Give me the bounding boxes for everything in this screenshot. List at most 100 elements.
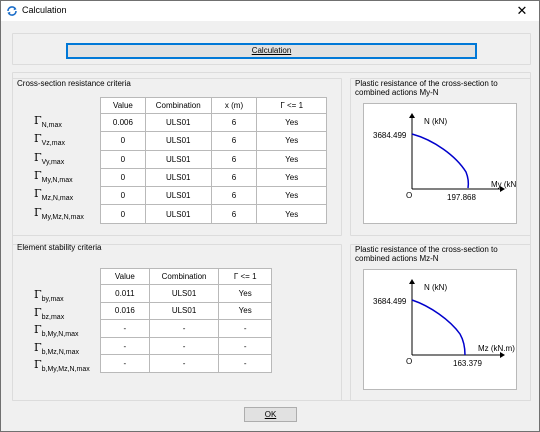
- plot-mz-y-arrow: [409, 279, 415, 284]
- row-label: ΓMy,Mz,N,max: [34, 206, 84, 221]
- cell-x: 6: [210, 186, 258, 206]
- row-label: Γbz,max: [34, 306, 64, 321]
- cell-combination: ULS01: [144, 204, 212, 224]
- resistance-table: Value Combination x (m) Γ <= 1 0.006 ULS0…: [100, 97, 327, 224]
- row-label-subscript: b,My,N,max: [41, 331, 79, 339]
- calculation-button[interactable]: Calculation: [66, 43, 477, 59]
- plot-my-y-value: 3684.499: [373, 131, 407, 140]
- row-label-symbol: Γ: [34, 288, 42, 301]
- cell-check: Yes: [256, 149, 327, 169]
- col-header-value: Value: [100, 268, 150, 285]
- plot-mz-curve: [411, 299, 466, 356]
- row-label: Γb,My,N,max: [34, 323, 78, 338]
- row-label-symbol: Γ: [34, 114, 42, 127]
- stability-group-label: Element stability criteria: [17, 243, 102, 252]
- table-row: 0.016 ULS01 Yes: [100, 301, 272, 321]
- plot-my-y-label: N (kN): [424, 117, 447, 126]
- cell-value: 0: [100, 186, 146, 206]
- window-title: Calculation: [22, 5, 67, 15]
- cell-combination: ULS01: [144, 149, 212, 169]
- col-header-check: Γ <= 1: [218, 268, 272, 285]
- plot-mz-x-label: Mz (kN.m): [478, 344, 515, 353]
- stability-table: Value Combination Γ <= 1 0.011 ULS01 Yes 0.…: [100, 268, 272, 373]
- table-row: 0 ULS01 6 Yes: [100, 167, 327, 188]
- row-label: Γby,max: [34, 288, 64, 303]
- close-button[interactable]: ✕: [509, 2, 535, 20]
- plot-my-y-arrow: [409, 113, 415, 118]
- cell-value: 0: [100, 167, 146, 188]
- plot-my-x-value: 197.868: [447, 193, 476, 202]
- table-row: ---: [100, 354, 272, 373]
- cell-value: 0: [100, 149, 146, 169]
- calculation-dialog: Calculation ✕ Calculation Cross-section …: [0, 0, 540, 432]
- resistance-group-label: Cross-section resistance criteria: [17, 79, 131, 88]
- row-label-subscript: Mz,N,max: [41, 195, 74, 203]
- row-label-symbol: Γ: [34, 168, 42, 182]
- row-label: Γb,My,Mz,N,max: [34, 358, 90, 373]
- plot-my-x-label: My (kN.m): [491, 180, 516, 189]
- table-row: 0 ULS01 6 Yes: [100, 204, 327, 224]
- cell-combination: -: [148, 336, 220, 356]
- cell-value: -: [100, 336, 150, 356]
- row-label-symbol: Γ: [34, 340, 42, 354]
- row-label-subscript: My,N,max: [41, 176, 73, 184]
- row-label-symbol: Γ: [34, 323, 42, 337]
- cell-check: Yes: [218, 284, 272, 303]
- cell-check: Yes: [218, 301, 272, 321]
- row-label: ΓMz,N,max: [34, 187, 73, 202]
- cell-check: Yes: [256, 131, 327, 151]
- resistance-header-row: Value Combination x (m) Γ <= 1: [100, 97, 327, 114]
- row-label-subscript: N,max: [41, 122, 62, 129]
- row-label-subscript: My,Mz,N,max: [41, 213, 84, 221]
- row-label-symbol: Γ: [34, 150, 42, 164]
- plot-my-title: Plastic resistance of the cross-section …: [355, 79, 498, 97]
- plot-mz-title-line1: Plastic resistance of the cross-section …: [355, 245, 498, 254]
- cell-check: -: [218, 336, 272, 356]
- row-label-subscript: b,Mz,N,max: [41, 348, 79, 356]
- plot-mz-x-value: 163.379: [453, 359, 482, 368]
- cell-check: Yes: [256, 204, 327, 224]
- cell-combination: ULS01: [148, 301, 220, 321]
- plot-my-area: N (kN) My (kN.m) 3684.499 197.868 O: [363, 103, 528, 224]
- table-row: 0 ULS01 6 Yes: [100, 186, 327, 206]
- row-label-symbol: Γ: [34, 132, 42, 146]
- plot-mz-origin: O: [406, 357, 412, 366]
- col-header-check: Γ <= 1: [256, 97, 327, 114]
- cell-check: -: [218, 354, 272, 373]
- calculation-button-label: Calculation: [251, 46, 292, 55]
- cell-value: -: [100, 319, 150, 338]
- plot-my-svg: N (kN) My (kN.m) 3684.499 197.868 O: [373, 113, 528, 202]
- plot-mz-svg: N (kN) Mz (kN.m) 3684.499 163.379 O: [373, 279, 515, 368]
- row-label-subscript: by,max: [41, 296, 64, 303]
- col-header-value: Value: [100, 97, 146, 114]
- col-header-combination: Combination: [144, 97, 212, 114]
- cell-value: -: [100, 354, 150, 373]
- row-label: ΓN,max: [34, 114, 62, 129]
- cell-value: 0.016: [100, 301, 150, 321]
- row-label-subscript: b,My,Mz,N,max: [41, 366, 90, 374]
- cell-check: -: [218, 319, 272, 338]
- table-row: 0.011 ULS01 Yes: [100, 284, 272, 303]
- row-label-subscript: Vz,max: [41, 140, 65, 148]
- plot-mz-title: Plastic resistance of the cross-section …: [355, 245, 498, 263]
- cell-combination: ULS01: [144, 112, 212, 133]
- cell-check: Yes: [256, 186, 327, 206]
- row-label-symbol: Γ: [34, 205, 42, 219]
- cell-combination: ULS01: [148, 284, 220, 303]
- cell-x: 6: [210, 112, 258, 133]
- col-header-x: x (m): [210, 97, 258, 114]
- ok-button[interactable]: OK: [244, 407, 297, 422]
- cell-x: 6: [210, 167, 258, 188]
- row-label: Γb,Mz,N,max: [34, 341, 79, 356]
- cell-value: 0: [100, 204, 146, 224]
- col-header-combination: Combination: [148, 268, 220, 285]
- cell-combination: -: [148, 319, 220, 338]
- cell-combination: ULS01: [144, 186, 212, 206]
- plot-my-curve: [411, 133, 470, 189]
- row-label-subscript: bz,max: [41, 313, 65, 321]
- cell-value: 0: [100, 131, 146, 151]
- row-label: ΓMy,N,max: [34, 169, 73, 184]
- refresh-icon: [7, 6, 17, 16]
- stability-header-row: Value Combination Γ <= 1: [100, 268, 272, 285]
- row-label-symbol: Γ: [34, 187, 42, 201]
